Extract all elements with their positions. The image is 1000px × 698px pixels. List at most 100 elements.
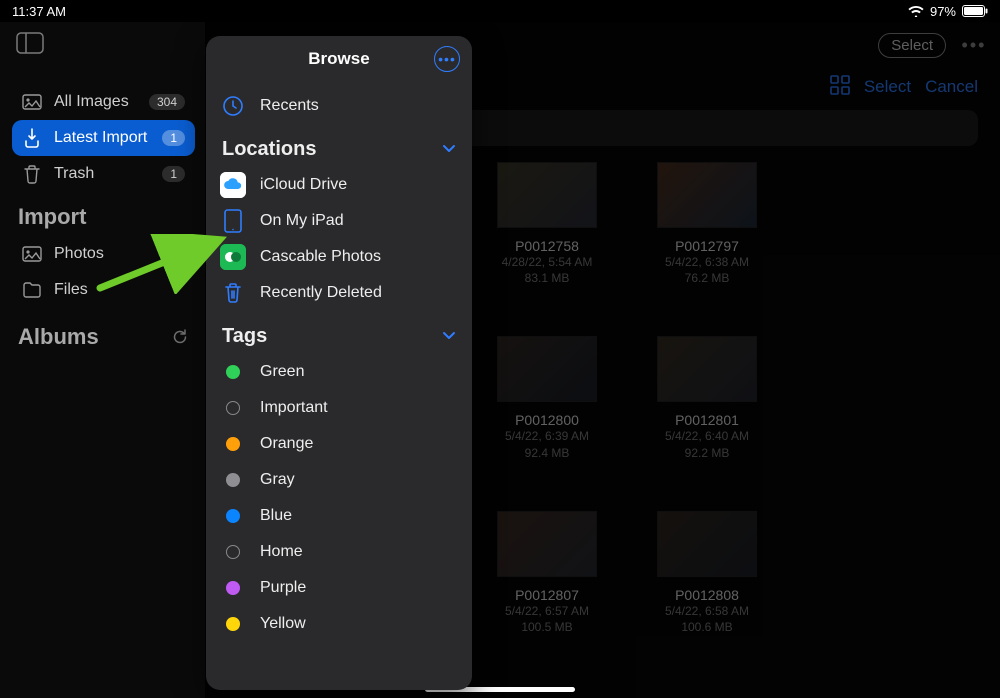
chevron-down-icon[interactable] xyxy=(442,141,456,159)
popover-row-label: Purple xyxy=(260,579,306,597)
popover-tag-purple[interactable]: Purple xyxy=(220,570,458,606)
app-sidebar: All Images 304 Latest Import 1 Trash 1 I… xyxy=(0,22,205,698)
cancel-action[interactable]: Cancel xyxy=(925,77,978,97)
refresh-icon[interactable] xyxy=(171,328,189,346)
popover-location-cascable[interactable]: Cascable Photos xyxy=(220,239,458,275)
files-icon xyxy=(22,280,42,300)
popover-section-locations: Locations xyxy=(222,138,316,161)
select-button[interactable]: Select xyxy=(878,33,946,58)
popover-location-ipad[interactable]: On My iPad xyxy=(220,203,458,239)
photo-item[interactable]: P0012797 5/4/22, 6:38 AM 76.2 MB xyxy=(642,162,772,286)
sidebar-item-badge: 1 xyxy=(162,130,185,146)
photo-name: P0012808 xyxy=(675,587,739,603)
photo-name: P0012801 xyxy=(675,412,739,428)
status-battery-pct: 97% xyxy=(930,4,956,19)
sidebar-item-import-files[interactable]: Files xyxy=(12,272,195,308)
popover-tag-home[interactable]: Home xyxy=(220,534,458,570)
popover-tag-gray[interactable]: Gray xyxy=(220,462,458,498)
tag-dot-icon xyxy=(220,575,246,601)
photo-size: 92.4 MB xyxy=(525,445,570,461)
photo-meta: 5/4/22, 6:40 AM xyxy=(665,428,749,444)
photo-item[interactable]: P0012807 5/4/22, 6:57 AM 100.5 MB xyxy=(482,511,612,635)
photos-icon xyxy=(22,244,42,264)
photo-item[interactable]: P0012801 5/4/22, 6:40 AM 92.2 MB xyxy=(642,336,772,460)
tag-dot-icon xyxy=(220,503,246,529)
photo-meta: 4/28/22, 5:54 AM xyxy=(502,254,593,270)
status-time: 11:37 AM xyxy=(12,4,66,19)
popover-row-label: iCloud Drive xyxy=(260,176,347,194)
popover-row-label: Cascable Photos xyxy=(260,248,381,266)
tag-dot-icon xyxy=(220,431,246,457)
photo-thumbnail xyxy=(497,336,597,402)
popover-tag-blue[interactable]: Blue xyxy=(220,498,458,534)
sidebar-item-label: Photos xyxy=(54,245,104,263)
popover-row-label: Recently Deleted xyxy=(260,284,382,302)
photo-meta: 5/4/22, 6:58 AM xyxy=(665,603,749,619)
photo-item[interactable]: P0012808 5/4/22, 6:58 AM 100.6 MB xyxy=(642,511,772,635)
status-bar: 11:37 AM 97% xyxy=(0,0,1000,22)
sidebar-toggle-button[interactable] xyxy=(16,32,44,54)
sidebar-item-latest-import[interactable]: Latest Import 1 xyxy=(12,120,195,156)
popover-row-label: Important xyxy=(260,399,328,417)
popover-row-label: Orange xyxy=(260,435,313,453)
photo-meta: 5/4/22, 6:57 AM xyxy=(505,603,589,619)
sidebar-item-import-photos[interactable]: Photos xyxy=(12,236,195,272)
photo-thumbnail xyxy=(497,511,597,577)
tag-dot-icon xyxy=(220,395,246,421)
tag-dot-icon xyxy=(220,467,246,493)
chevron-down-icon[interactable] xyxy=(442,328,456,346)
popover-tag-orange[interactable]: Orange xyxy=(220,426,458,462)
popover-tag-important[interactable]: Important xyxy=(220,390,458,426)
tag-dot-icon xyxy=(220,359,246,385)
photo-size: 100.5 MB xyxy=(521,619,572,635)
photo-name: P0012807 xyxy=(515,587,579,603)
popover-recents[interactable]: Recents xyxy=(220,88,458,124)
more-button[interactable]: ••• xyxy=(960,35,988,56)
tag-dot-icon xyxy=(220,539,246,565)
battery-icon xyxy=(962,5,988,17)
popover-location-icloud[interactable]: iCloud Drive xyxy=(220,167,458,203)
sidebar-item-label: Trash xyxy=(54,165,94,183)
photo-thumbnail xyxy=(657,511,757,577)
icloud-icon xyxy=(220,172,246,198)
photo-name: P0012797 xyxy=(675,238,739,254)
cascable-icon xyxy=(220,244,246,270)
sidebar-item-label: All Images xyxy=(54,93,129,111)
sidebar-item-label: Latest Import xyxy=(54,129,147,147)
photo-name: P0012758 xyxy=(515,238,579,254)
sidebar-item-badge: 1 xyxy=(162,166,185,182)
popover-more-button[interactable]: ••• xyxy=(434,46,460,72)
popover-row-label: Home xyxy=(260,543,303,561)
image-icon xyxy=(22,92,42,112)
photo-meta: 5/4/22, 6:38 AM xyxy=(665,254,749,270)
ipad-icon xyxy=(220,208,246,234)
photo-thumbnail xyxy=(657,162,757,228)
photo-meta: 5/4/22, 6:39 AM xyxy=(505,428,589,444)
trash-icon xyxy=(22,164,42,184)
trash-icon xyxy=(220,280,246,306)
popover-row-label: Yellow xyxy=(260,615,306,633)
photo-name: P0012800 xyxy=(515,412,579,428)
sidebar-item-trash[interactable]: Trash 1 xyxy=(12,156,195,192)
photo-thumbnail xyxy=(497,162,597,228)
popover-row-label: On My iPad xyxy=(260,212,344,230)
popover-title: Browse xyxy=(308,49,369,69)
grid-view-icon[interactable] xyxy=(830,75,850,100)
photo-size: 76.2 MB xyxy=(685,270,730,286)
photo-size: 92.2 MB xyxy=(685,445,730,461)
photo-item[interactable]: P0012758 4/28/22, 5:54 AM 83.1 MB xyxy=(482,162,612,286)
sidebar-item-all-images[interactable]: All Images 304 xyxy=(12,84,195,120)
tag-dot-icon xyxy=(220,611,246,637)
import-icon xyxy=(22,128,42,148)
popover-row-label: Gray xyxy=(260,471,295,489)
popover-location-recently-deleted[interactable]: Recently Deleted xyxy=(220,275,458,311)
section-title-import: Import xyxy=(18,204,189,230)
popover-tag-yellow[interactable]: Yellow xyxy=(220,606,458,642)
popover-row-label: Recents xyxy=(260,97,319,115)
section-title-albums: Albums xyxy=(18,324,99,350)
photo-item[interactable]: P0012800 5/4/22, 6:39 AM 92.4 MB xyxy=(482,336,612,460)
popover-tag-green[interactable]: Green xyxy=(220,354,458,390)
select-action[interactable]: Select xyxy=(864,77,911,97)
popover-row-label: Blue xyxy=(260,507,292,525)
popover-section-tags: Tags xyxy=(222,325,267,348)
